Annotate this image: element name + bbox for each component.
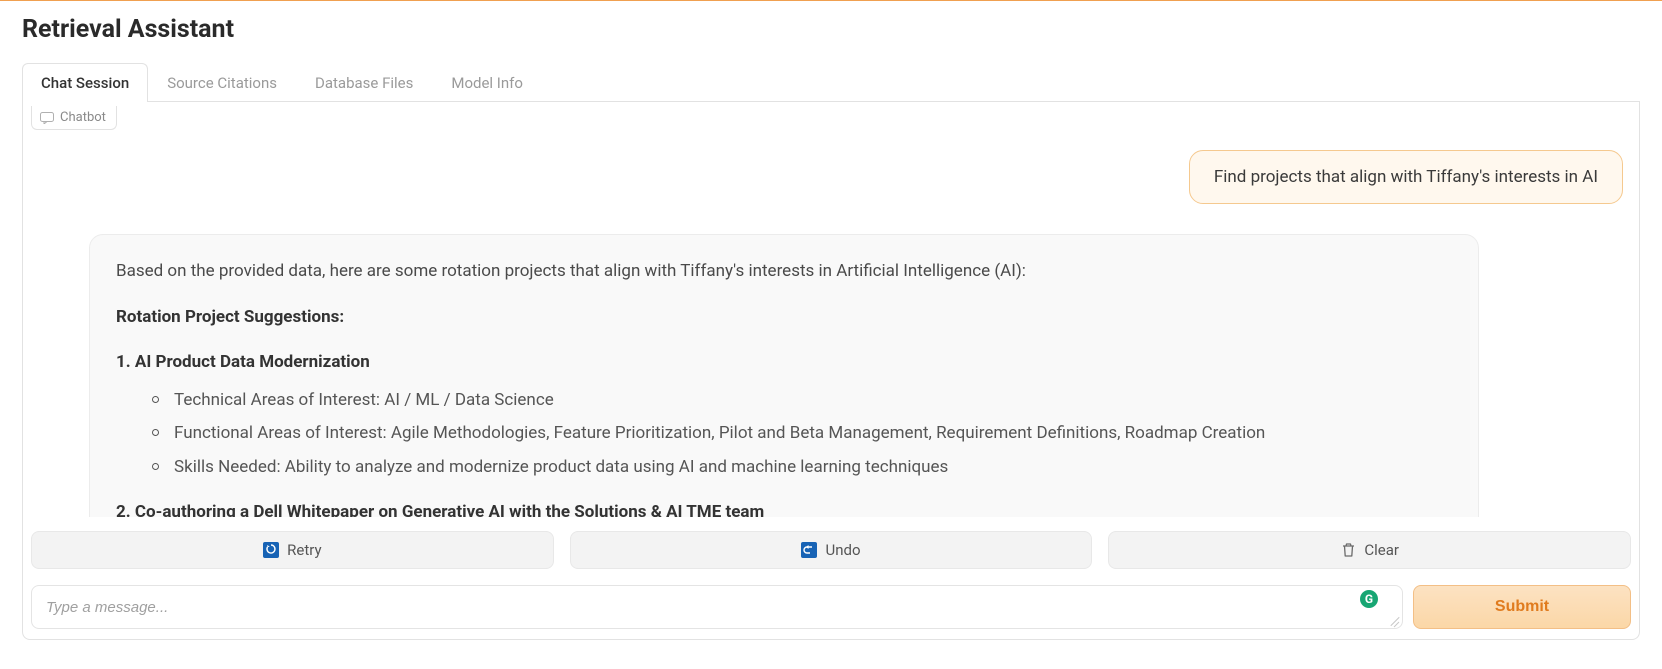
tab-database-files[interactable]: Database Files [296,63,432,102]
user-message: Find projects that align with Tiffany's … [1189,150,1623,204]
bot-item1-title: 1. AI Product Data Modernization [116,350,1452,376]
bot-message: Based on the provided data, here are som… [89,234,1479,517]
message-input[interactable] [32,586,1402,628]
message-input-wrap: G [31,585,1403,629]
undo-label: Undo [825,541,860,559]
list-item: Skills Needed: Ability to analyze and mo… [152,455,1452,481]
input-row: G Submit [29,585,1633,629]
undo-icon [801,542,817,558]
chat-icon [40,112,54,124]
clear-button[interactable]: Clear [1108,531,1631,569]
trash-icon [1340,542,1356,558]
page-title: Retrieval Assistant [22,15,1640,44]
app-root: Retrieval Assistant Chat Session Source … [0,1,1662,655]
tab-bar: Chat Session Source Citations Database F… [22,62,1640,102]
chatbot-chip-label: Chatbot [60,110,106,125]
retry-label: Retry [287,541,321,559]
action-row: Retry Undo Clear [29,531,1633,569]
resize-handle[interactable] [1387,614,1399,626]
list-item: Functional Areas of Interest: Agile Meth… [152,421,1452,447]
bot-intro: Based on the provided data, here are som… [116,259,1452,285]
undo-button[interactable]: Undo [570,531,1093,569]
grammarly-icon[interactable]: G [1360,590,1378,608]
clear-label: Clear [1364,541,1399,559]
retry-button[interactable]: Retry [31,531,554,569]
retry-icon [263,542,279,558]
submit-button[interactable]: Submit [1413,585,1631,629]
bot-item1-bullets: Technical Areas of Interest: AI / ML / D… [116,388,1452,481]
chat-panel: Chatbot Find projects that align with Ti… [22,102,1640,640]
tab-source-citations[interactable]: Source Citations [148,63,296,102]
tab-model-info[interactable]: Model Info [432,63,542,102]
chat-scroll-area[interactable]: Find projects that align with Tiffany's … [29,132,1633,517]
bot-item2-title: 2. Co-authoring a Dell Whitepaper on Gen… [116,500,1452,517]
tab-chat-session[interactable]: Chat Session [22,63,148,102]
bot-section-heading: Rotation Project Suggestions: [116,305,1452,331]
list-item: Technical Areas of Interest: AI / ML / D… [152,388,1452,414]
chatbot-chip: Chatbot [31,106,117,130]
